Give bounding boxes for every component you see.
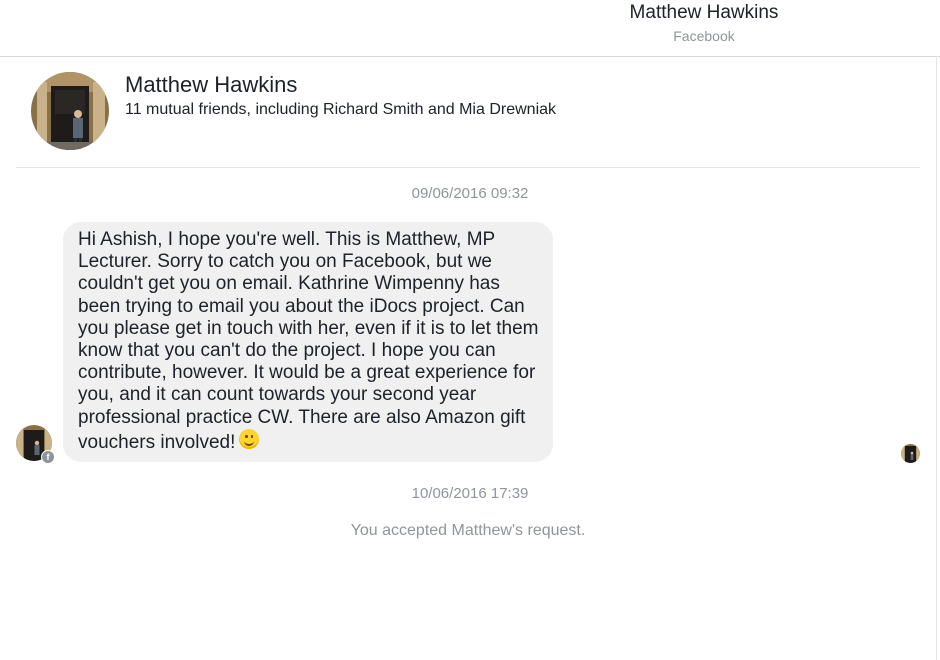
header-source-label: Facebook xyxy=(673,28,735,44)
scrollbar-track[interactable] xyxy=(936,56,937,660)
message-body: Hi Ashish, I hope you're well. This is M… xyxy=(78,229,539,453)
profile-avatar[interactable] xyxy=(31,72,109,150)
facebook-badge-icon: f xyxy=(41,450,55,464)
message-bubble[interactable]: Hi Ashish, I hope you're well. This is M… xyxy=(63,222,553,462)
header-contact-name[interactable]: Matthew Hawkins xyxy=(560,2,848,24)
request-accepted-notice: You accepted Matthew's request. xyxy=(350,522,586,539)
conversation-header: Matthew Hawkins Facebook xyxy=(0,0,940,57)
read-receipt-avatar xyxy=(901,444,920,463)
mutual-friends-text[interactable]: 11 mutual friends, including Richard Smi… xyxy=(125,101,556,119)
profile-name[interactable]: Matthew Hawkins xyxy=(125,72,297,98)
smile-emoji-icon xyxy=(239,428,260,449)
message-timestamp: 09/06/2016 09:32 xyxy=(411,185,529,202)
profile-card: Matthew Hawkins 11 mutual friends, inclu… xyxy=(16,57,920,168)
system-timestamp: 10/06/2016 17:39 xyxy=(411,485,529,502)
message-text: Hi Ashish, I hope you're well. This is M… xyxy=(78,229,540,454)
